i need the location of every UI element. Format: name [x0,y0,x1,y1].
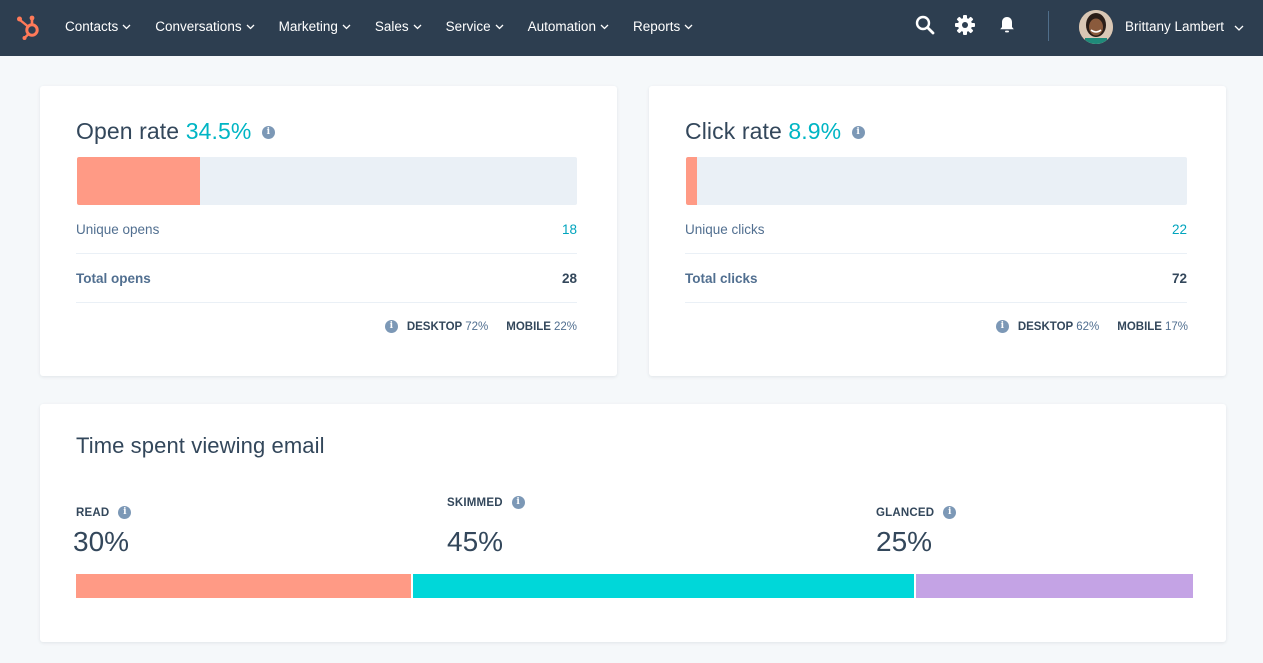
click-rate-value: 8.9% [788,118,842,144]
device-value: 62% [1076,320,1100,333]
time-spent-stacked-bar [76,574,1193,598]
chevron-down-icon [413,24,422,29]
segment-label-text: SKIMMED [447,496,503,509]
menu-label: Sales [374,18,409,34]
menu-label: Marketing [278,18,338,34]
open-rate-label: Open rate [76,118,180,144]
device-value: 22% [553,320,577,333]
device-breakdown: i DESKTOP 62% MOBILE 17% [995,320,1188,333]
segment-label-skimmed: SKIMMED i [447,496,525,509]
info-icon[interactable]: i [384,320,398,333]
menu-contacts[interactable]: Contacts [65,19,131,34]
menu-conversations[interactable]: Conversations [155,18,255,34]
unique-clicks-link[interactable]: 22 [1172,222,1187,237]
open-rate-value: 34.5% [185,118,252,144]
info-icon[interactable]: i [943,506,957,519]
chevron-down-icon[interactable] [1234,25,1244,31]
stat-row-unique-clicks: Unique clicks 22 [685,205,1187,254]
device-label: DESKTOP [1017,320,1074,333]
gear-icon[interactable] [954,14,976,36]
device-label: MOBILE [506,320,551,333]
menu-sales[interactable]: Sales [375,19,422,34]
stat-row-total-opens: Total opens 28 [76,254,577,303]
info-icon[interactable]: i [261,126,275,140]
stat-row-unique-opens: Unique opens 18 [76,205,577,254]
device-label: MOBILE [1117,320,1162,333]
chevron-down-icon [246,24,255,29]
segment-bar-read [76,574,412,598]
open-rate-bar [77,157,577,205]
stat-value: 28 [561,270,577,286]
chevron-down-icon [495,24,504,29]
stat-row-total-clicks: Total clicks 72 [685,254,1187,303]
device-label: DESKTOP [406,320,463,333]
hubspot-logo-icon[interactable] [16,13,42,41]
user-avatar[interactable] [1079,10,1113,44]
info-icon[interactable]: i [511,496,525,509]
main-menu: Contacts Conversations Marketing Sales S… [65,0,717,52]
info-icon[interactable]: i [851,126,865,140]
segment-label-text: READ [76,506,110,519]
top-nav: Contacts Conversations Marketing Sales S… [0,0,1263,56]
unique-opens-link[interactable]: 18 [562,222,577,237]
info-icon[interactable]: i [118,506,132,519]
segment-value-skimmed: 45% [447,526,504,557]
menu-label: Automation [527,18,596,34]
menu-label: Service [445,18,491,34]
nav-divider [1048,11,1049,41]
stat-label: Total clicks [685,270,758,286]
segment-label-text: GLANCED [876,506,935,519]
stat-label: Total opens [76,270,151,286]
chevron-down-icon [122,24,131,29]
menu-marketing[interactable]: Marketing [279,19,351,34]
stat-label: Unique opens [76,221,160,237]
chevron-down-icon [600,24,609,29]
open-rate-card: Open rate 34.5% i Unique opens 18 Total … [40,86,617,376]
segment-label-glanced: GLANCED i [876,506,957,519]
click-rate-label: Click rate [685,118,782,144]
segment-value-glanced: 25% [876,526,933,557]
menu-label: Reports [632,18,681,34]
open-rate-title: Open rate 34.5% i [76,118,275,145]
segment-value-read: 30% [73,526,130,557]
user-name[interactable]: Brittany Lambert [1125,19,1224,34]
device-breakdown: i DESKTOP 72% MOBILE 22% [384,320,577,333]
click-rate-card: Click rate 8.9% i Unique clicks 22 Total… [649,86,1226,376]
info-icon[interactable]: i [995,320,1009,333]
open-rate-bar-fill [77,157,200,205]
segment-bar-skimmed [411,574,914,598]
segment-bar-glanced [913,574,1193,598]
search-icon[interactable] [914,14,936,36]
avatar-photo-icon [1079,10,1113,44]
bell-icon[interactable] [996,14,1018,36]
device-value: 72% [465,320,489,333]
menu-reports[interactable]: Reports [633,19,693,34]
chevron-down-icon [342,24,351,29]
segment-label-read: READ i [76,506,132,519]
click-rate-bar-fill [686,157,698,205]
menu-label: Contacts [65,18,119,34]
chevron-down-icon [684,24,693,29]
time-spent-title: Time spent viewing email [76,433,325,458]
menu-label: Conversations [155,18,242,34]
menu-automation[interactable]: Automation [528,19,609,34]
click-rate-bar [686,157,1187,205]
click-rate-title: Click rate 8.9% i [685,118,865,145]
stat-value: 72 [1171,270,1187,286]
device-value: 17% [1164,320,1188,333]
stat-label: Unique clicks [685,221,765,237]
menu-service[interactable]: Service [446,19,504,34]
